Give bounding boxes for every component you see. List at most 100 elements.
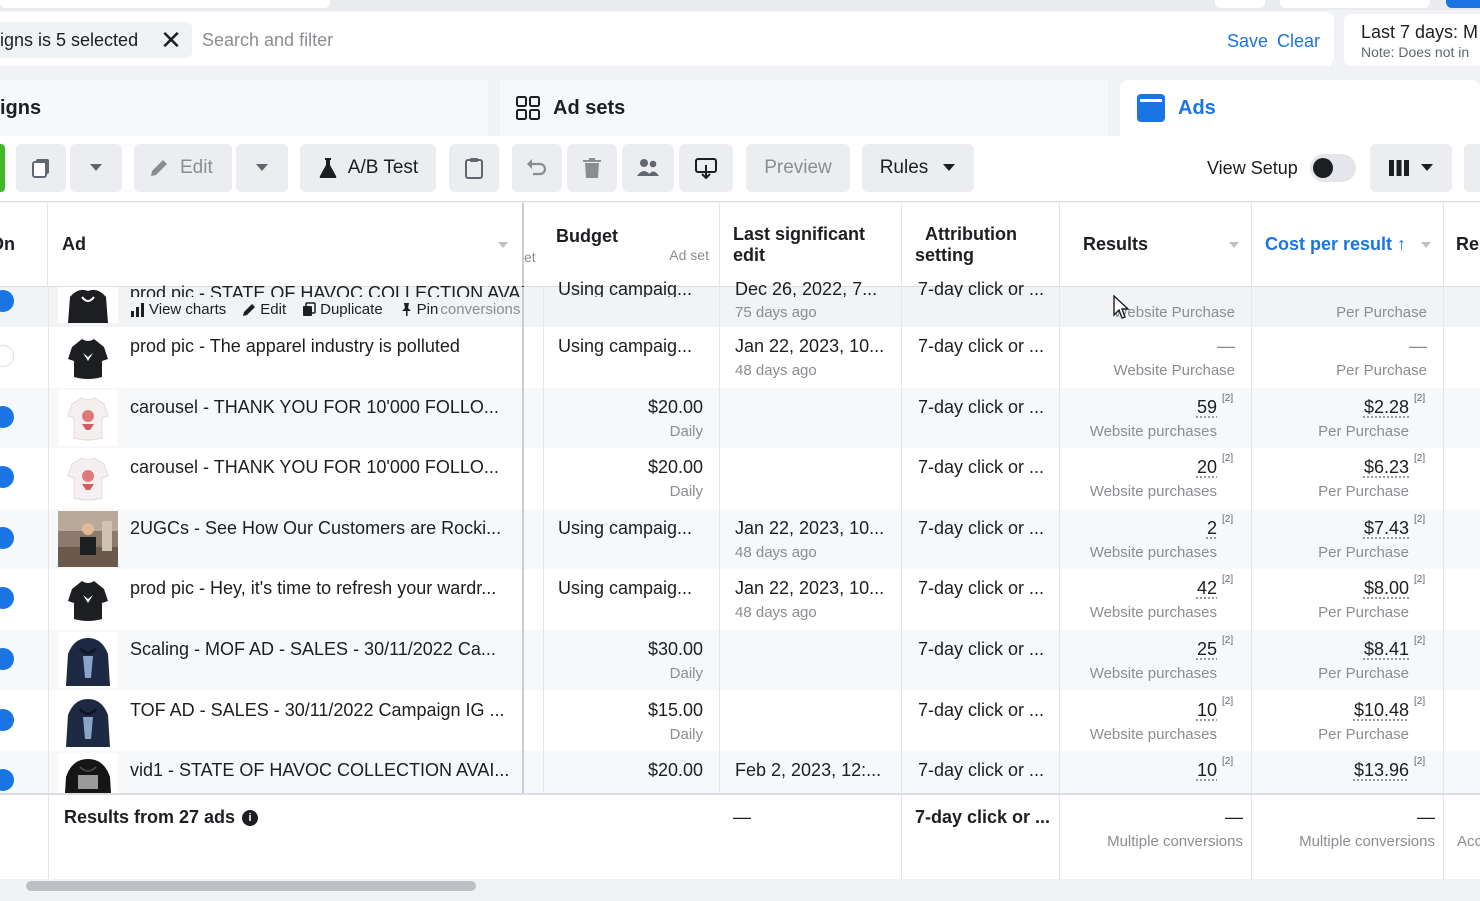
preview-button[interactable]: Preview: [746, 144, 850, 192]
footnote-marker: [2]: [1222, 635, 1234, 646]
info-icon[interactable]: i: [242, 809, 259, 826]
cost-value[interactable]: $8.41: [1252, 639, 1409, 660]
row-toggle-dot[interactable]: [0, 345, 14, 367]
view-charts-link[interactable]: View charts: [149, 301, 226, 318]
cost-number[interactable]: $10.48: [1354, 700, 1409, 720]
column-header-attribution[interactable]: Attribution setting: [902, 203, 1060, 287]
cost-number[interactable]: $6.23: [1364, 457, 1409, 477]
cost-number[interactable]: —: [1409, 336, 1427, 356]
row-toggle-dot[interactable]: [0, 466, 14, 488]
cost-value[interactable]: —: [1252, 336, 1427, 357]
view-setup-toggle[interactable]: [1310, 154, 1356, 182]
column-header-results[interactable]: Results: [1060, 203, 1252, 287]
budget-period: Daily: [669, 665, 703, 682]
delete-button[interactable]: [567, 144, 617, 192]
tab-adsets[interactable]: Ad sets: [500, 80, 1108, 136]
top-pill-primary[interactable]: [1446, 0, 1480, 8]
results-number[interactable]: 25: [1197, 639, 1217, 659]
cost-value[interactable]: $6.23: [1252, 457, 1409, 478]
results-value[interactable]: 10: [1060, 700, 1217, 721]
ad-name[interactable]: 2UGCs - See How Our Customers are Rocki.…: [130, 518, 510, 539]
last-edit-ago: 75 days ago: [735, 304, 817, 321]
ad-name[interactable]: carousel - THANK YOU FOR 10'000 FOLLO...: [130, 397, 510, 418]
column-header-adset-hint-label: et: [524, 248, 536, 265]
ad-name[interactable]: prod pic - The apparel industry is pollu…: [130, 336, 510, 357]
filter-chip[interactable]: igns is 5 selected ✕: [0, 22, 192, 58]
export-button[interactable]: [679, 144, 733, 192]
ad-name[interactable]: vid1 - STATE OF HAVOC COLLECTION AVAI...: [130, 760, 510, 781]
cost-number[interactable]: $2.28: [1364, 397, 1409, 417]
column-header-cost-per-result[interactable]: Cost per result ↑: [1252, 203, 1444, 287]
search-input[interactable]: Search and filter: [202, 30, 333, 51]
results-number[interactable]: 2: [1207, 518, 1217, 538]
results-value[interactable]: —: [1060, 336, 1235, 357]
results-number[interactable]: 59: [1197, 397, 1217, 417]
save-button[interactable]: Save: [1227, 31, 1268, 52]
row-toggle-dot[interactable]: [0, 406, 14, 428]
column-header-reach[interactable]: Re: [1444, 203, 1480, 287]
edit-link[interactable]: Edit: [260, 301, 286, 318]
results-number[interactable]: 10: [1197, 700, 1217, 720]
columns-button[interactable]: [1370, 144, 1452, 192]
ad-name-cut[interactable]: prod pic - STATE OF HAVOC COLLECTION AVA…: [130, 283, 524, 297]
edit-dropdown[interactable]: [236, 144, 288, 192]
row-toggle-dot[interactable]: [0, 527, 14, 549]
ad-name[interactable]: carousel - THANK YOU FOR 10'000 FOLLO...: [130, 457, 510, 478]
results-value[interactable]: 59: [1060, 397, 1217, 418]
column-header-adset-hint: et: [524, 203, 544, 287]
row-toggle-dot[interactable]: [0, 648, 14, 670]
row-toggle-dot[interactable]: [0, 709, 14, 731]
duplicate-link[interactable]: Duplicate: [320, 301, 383, 318]
horizontal-scrollbar[interactable]: [26, 881, 476, 891]
undo-button[interactable]: [512, 144, 562, 192]
results-value[interactable]: 25: [1060, 639, 1217, 660]
ad-name[interactable]: prod pic - Hey, it's time to refresh you…: [130, 578, 510, 599]
edit-button[interactable]: Edit: [134, 144, 232, 192]
pin-link[interactable]: Pin: [417, 301, 439, 318]
date-range-picker[interactable]: Last 7 days: M Note: Does not in: [1344, 14, 1480, 66]
divider: [522, 287, 524, 879]
cost-value[interactable]: $8.00: [1252, 578, 1409, 599]
create-button[interactable]: [0, 144, 5, 192]
row-toggle-dot[interactable]: [0, 769, 14, 791]
footer-results-sub: Multiple conversions: [1107, 833, 1243, 850]
tab-campaigns[interactable]: igns: [0, 80, 488, 136]
tab-ads[interactable]: Ads: [1120, 80, 1480, 136]
cost-number[interactable]: $8.41: [1364, 639, 1409, 659]
ad-name[interactable]: Scaling - MOF AD - SALES - 30/11/2022 Ca…: [130, 639, 510, 660]
ab-test-button[interactable]: A/B Test: [300, 144, 436, 192]
duplicate-dropdown[interactable]: [70, 144, 122, 192]
cost-value[interactable]: $2.28: [1252, 397, 1409, 418]
results-number[interactable]: 10: [1197, 760, 1217, 780]
footnote-marker: [2]: [1414, 574, 1426, 585]
results-value[interactable]: 10: [1060, 760, 1217, 781]
cost-value[interactable]: $13.96: [1252, 760, 1409, 781]
results-value[interactable]: 42: [1060, 578, 1217, 599]
row-toggle-dot[interactable]: [0, 587, 14, 609]
column-header-budget[interactable]: Budget Ad set: [544, 203, 720, 287]
column-header-budget-sub: Ad set: [669, 247, 709, 263]
cost-value[interactable]: $7.43: [1252, 518, 1409, 539]
rules-button[interactable]: Rules: [862, 144, 974, 192]
ad-name[interactable]: TOF AD - SALES - 30/11/2022 Campaign IG …: [130, 700, 510, 721]
audience-button[interactable]: [622, 144, 674, 192]
cost-number[interactable]: $13.96: [1354, 760, 1409, 780]
column-header-on[interactable]: On: [0, 203, 48, 287]
budget-value: $20.00: [647, 457, 703, 477]
results-value[interactable]: 20: [1060, 457, 1217, 478]
row-toggle-dot[interactable]: [0, 290, 14, 312]
duplicate-button[interactable]: [16, 144, 66, 192]
results-number[interactable]: —: [1217, 336, 1235, 356]
close-icon[interactable]: ✕: [160, 27, 182, 53]
clipboard-button[interactable]: [449, 144, 499, 192]
cost-value[interactable]: $10.48: [1252, 700, 1409, 721]
cost-number[interactable]: $8.00: [1364, 578, 1409, 598]
results-number[interactable]: 42: [1197, 578, 1217, 598]
cost-number[interactable]: $7.43: [1364, 518, 1409, 538]
column-header-last-edit[interactable]: Last significant edit: [720, 203, 902, 287]
results-value[interactable]: 2: [1060, 518, 1217, 539]
column-header-ad[interactable]: Ad: [48, 203, 524, 287]
clear-button[interactable]: Clear: [1277, 31, 1320, 52]
results-number[interactable]: 20: [1197, 457, 1217, 477]
more-button[interactable]: [1464, 144, 1480, 192]
